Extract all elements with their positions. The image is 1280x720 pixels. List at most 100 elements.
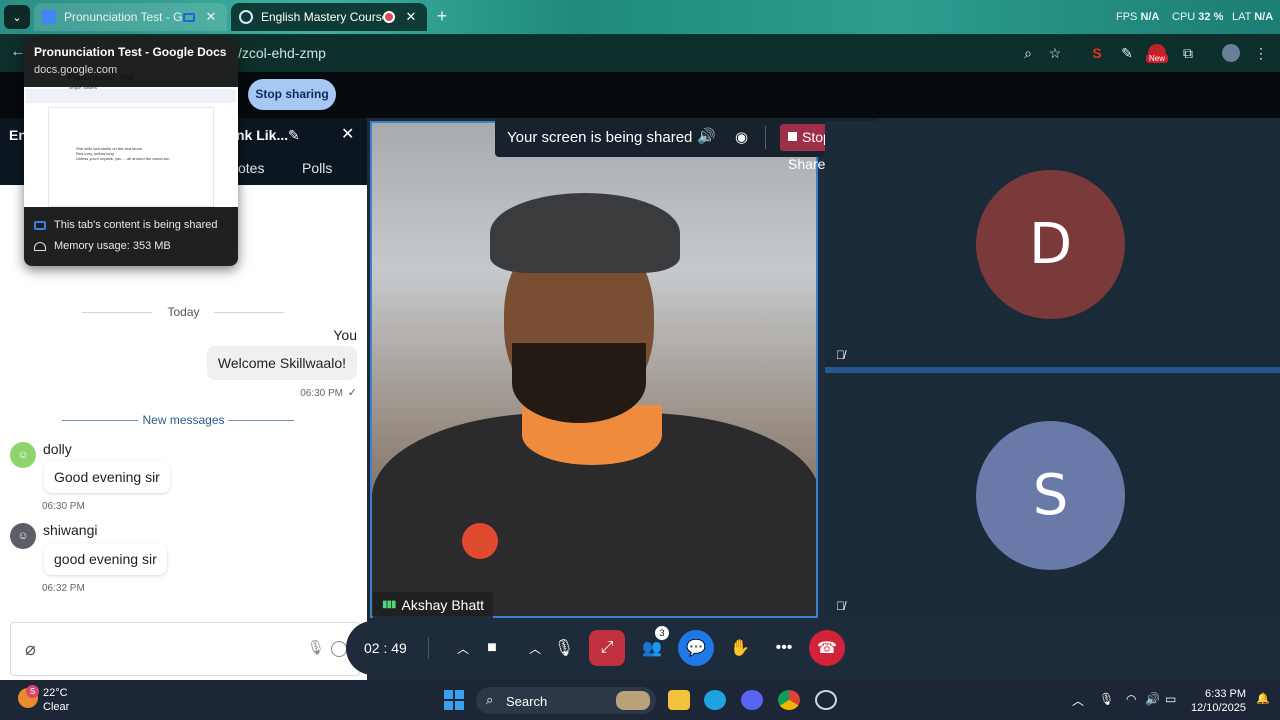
hang-up-icon: ☎ [817,640,837,657]
muted-mic-icon: 🎙̸ [836,348,845,362]
participants-count-badge: 3 [655,626,669,640]
screen-share-icon [34,220,46,230]
tab-title: Pronunciation Test - Google [64,10,183,24]
stop-square-icon [788,132,797,141]
participant-tile-d[interactable]: D 🎙̸ [825,121,1280,367]
participant-tile-s[interactable]: S 🎙̸ [825,373,1280,618]
microphone-icon: 🎙 [553,640,575,657]
gauge-icon [34,241,46,251]
cpu-readout: CPU 32 % [1172,11,1224,23]
clock-time: 6:33 PM [1205,688,1246,700]
video-camera-icon: ■ [487,639,497,656]
audio-level-icon: ▮▮▮ [382,599,396,610]
tab-notes[interactable]: otes [238,160,264,176]
meeting-timer: 02 : 49 [364,640,407,656]
sidebar-title: nk Lik... [236,127,289,143]
message-time: 06:32 PM [42,583,85,594]
participant-avatar: D [976,170,1125,319]
preview-toolbar [26,89,236,103]
extension-pen-icon[interactable]: ✎ [1118,44,1136,62]
emoji-icon[interactable] [331,641,347,657]
attachment-icon[interactable]: ⌀ [25,639,36,660]
volume-icon[interactable]: 🔊 [697,127,716,145]
control-divider [428,637,429,659]
tab-search-button[interactable]: ⌄ [4,5,30,29]
meeting-control-bar: 02 : 49 ︿ ■ ︿ 🎙 ⤢ 👥 3 💬 ✋ ••• ☎ [346,621,854,675]
file-explorer-icon[interactable] [668,690,690,710]
settings-app-icon[interactable] [815,690,837,710]
edit-icon[interactable]: ✎ [288,127,300,144]
weather-condition[interactable]: Clear [43,701,69,713]
camera-button[interactable]: ■ [474,630,510,666]
new-tab-button[interactable]: + [432,6,452,26]
chat-composer[interactable]: ⌀ 🎙 [10,622,360,676]
shirt-logo-icon [462,523,498,559]
share-banner-message: Your screen is being shared [507,129,693,146]
you-label: You [333,327,357,343]
clock-date: 12/10/2025 [1190,702,1246,714]
share-screen-icon: ⤢ [600,639,614,656]
close-icon[interactable]: ✕ [341,124,354,144]
wifi-icon[interactable]: ◠ [1126,692,1136,706]
zoom-icon[interactable]: ⌕ [1019,44,1037,62]
participant-avatar: S [976,421,1125,570]
sharing-note: This tab's content is being shared [34,219,218,231]
microphone-icon[interactable]: 🎙 [307,639,325,656]
message-bubble: good evening sir [44,543,167,575]
raise-hand-button[interactable]: ✋ [722,630,758,666]
memory-note: Memory usage: 353 MB [34,240,171,252]
tab-english-mastery[interactable]: English Mastery Course (Lea ✕ [231,3,427,31]
mic-button[interactable]: 🎙 [546,630,582,666]
chat-button[interactable]: 💬 [678,630,714,666]
tab-sharing-icon [183,12,195,22]
browser-tab-strip: ⌄ Pronunciation Test - Google ✕ English … [0,0,1280,34]
muted-mic-icon: 🎙̸ [836,599,845,613]
tab-polls[interactable]: Polls [302,160,332,176]
course-site-icon [239,10,253,24]
extension-s-icon[interactable]: S [1088,44,1106,62]
chrome-icon[interactable] [778,690,800,710]
stop-sharing-button[interactable]: Stop sharing [248,79,336,110]
url-text[interactable]: /zcol-ehd-zmp [238,45,326,61]
hover-card-title: Pronunciation Test - Google Docs [34,45,227,59]
preview-doc-title: Pronunciation Test [68,73,134,82]
fps-readout: FPS N/A [1116,11,1160,23]
extensions-puzzle-icon[interactable]: ⧉ [1179,44,1197,62]
screen-share-button[interactable]: ⤢ [589,630,625,666]
notification-bell-icon[interactable]: 🔔 [1256,692,1270,705]
discord-icon[interactable] [741,690,763,710]
leave-call-button[interactable]: ☎ [809,630,845,666]
message-bubble: Good evening sir [44,461,170,493]
message-time: 06:30 PM [42,501,85,512]
weather-temperature[interactable]: 22°C [43,687,68,699]
battery-icon[interactable]: ▭ [1165,692,1176,706]
participant-name-tag: ▮▮▮ Akshay Bhatt [373,592,494,618]
speaker-icon[interactable]: 🔊 [1145,692,1160,706]
hide-eye-icon[interactable]: ◉ [735,128,748,146]
search-icon: ⌕ [486,692,494,707]
profile-avatar[interactable] [1222,44,1240,62]
close-tab-icon[interactable]: ✕ [403,9,419,25]
google-docs-icon [42,10,56,24]
more-dots-icon: ••• [775,639,793,656]
taskbar-search[interactable]: ⌕ Search [476,687,656,714]
taskbar-clock[interactable]: 6:33 PM 12/10/2025 [1190,687,1246,715]
edge-browser-icon[interactable] [704,690,726,710]
screen-share-banner: Your screen is being shared 🔊 ◉ Stop Sha… [495,118,878,172]
tray-overflow-chevron-icon[interactable]: ︿ [1072,692,1084,709]
people-icon: 👥 [642,640,662,657]
more-options-button[interactable]: ••• [766,630,802,666]
windows-start-icon[interactable] [444,690,464,710]
menu-kebab-icon[interactable]: ⋮ [1252,44,1270,62]
search-label: Search [506,694,548,709]
tray-microphone-icon[interactable]: 🎙 [1099,692,1114,706]
chat-bubble-icon: 💬 [686,640,706,657]
close-tab-icon[interactable]: ✕ [203,9,219,25]
preview-bullet: Unless you'd unpack, you ... all around … [76,156,170,161]
my-message-bubble: Welcome Skillwaalo! [206,346,357,380]
bookmark-star-icon[interactable]: ☆ [1046,44,1064,62]
checkmark-icon: ✓ [347,387,357,399]
tab-pronunciation-test[interactable]: Pronunciation Test - Google ✕ [34,3,227,31]
main-participant-video[interactable] [370,121,818,618]
video-figure-cap [490,193,680,273]
